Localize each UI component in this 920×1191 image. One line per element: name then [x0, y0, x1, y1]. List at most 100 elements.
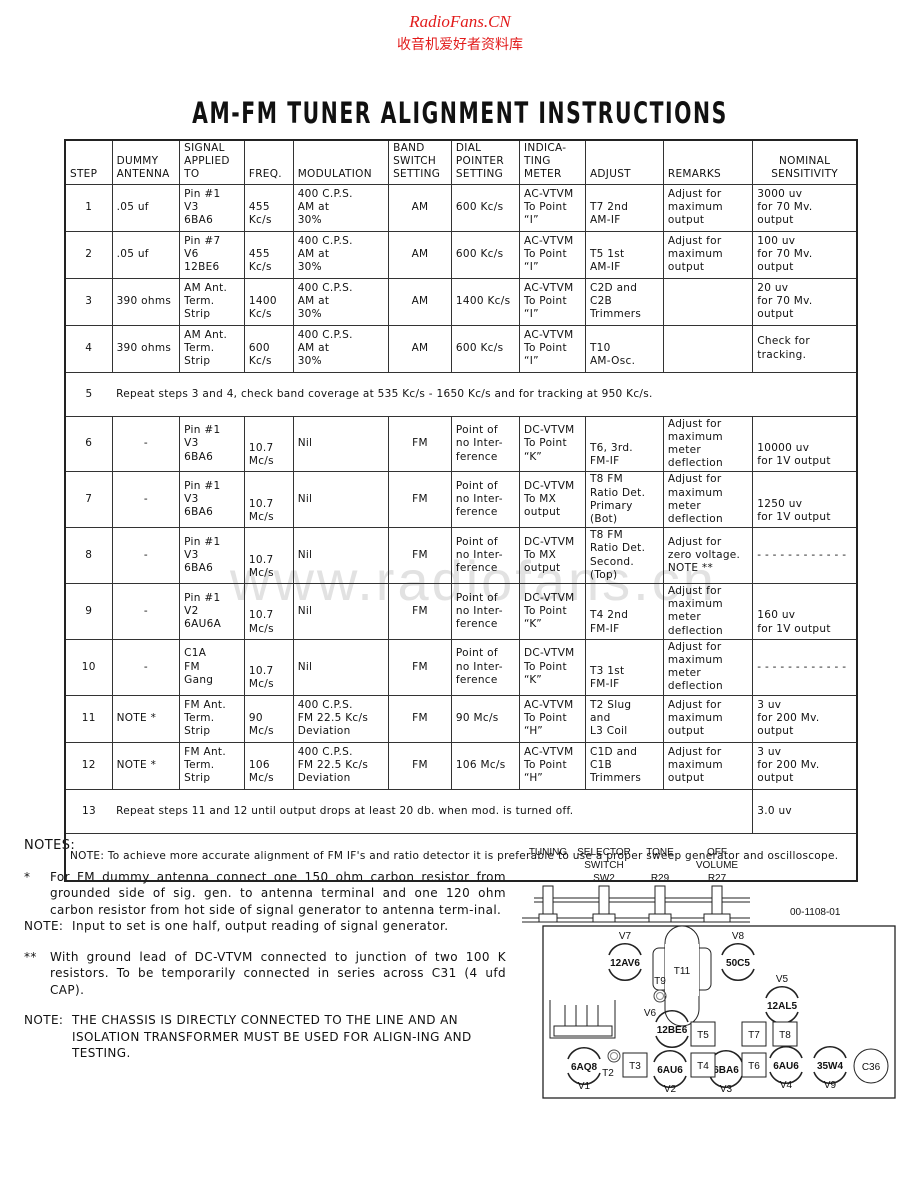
frequency: 10.7 Mc/s [243, 471, 294, 529]
adjust-line: Ratio Det. [589, 542, 646, 555]
signal-applied-to: AM Ant. Term. Strip [179, 277, 245, 326]
frequency-line: Mc/s [248, 678, 274, 691]
transformer-label: T4 [697, 1061, 709, 1072]
dial-pointer-setting: 90 Mc/s [450, 694, 521, 743]
remarks [662, 277, 754, 326]
band-switch-setting: FM [388, 415, 452, 473]
coil-t2: T2 [602, 1049, 621, 1079]
tube-type: 35W4 [817, 1061, 844, 1072]
dummy-antenna: 390 ohms [111, 324, 181, 373]
adjust-line: Ratio Det. [589, 486, 646, 499]
modulation-line: 30% [297, 261, 322, 274]
header-line: DIAL [455, 142, 482, 154]
tube-type: 6AQ8 [571, 1062, 598, 1073]
adjust: T4 2nd FM-IF [584, 583, 664, 640]
tube-ref: V2 [664, 1084, 677, 1095]
table-row: 11 NOTE * FM Ant. Term. Strip 90 Mc/s 400 C.P.S… [64, 694, 858, 743]
nominal-sensitivity-line: - - - - - - - - - - - - [757, 549, 847, 562]
frequency-line: 10.7 [248, 665, 274, 678]
nominal-sensitivity-line: 100 uv [757, 235, 796, 247]
indicating-meter: AC-VTVM To Point “I” [519, 277, 586, 326]
adjust: T2 Slug and L3 Coil [584, 694, 664, 743]
frequency-line: Kc/s [248, 355, 272, 368]
table-row: 12 NOTE * FM Ant. Term. Strip 106 Mc/s 400 C.P.… [64, 741, 858, 790]
dial-pointer-setting-line: Point of [455, 535, 498, 548]
transformer-label: T7 [748, 1030, 760, 1041]
signal-applied-to-line: Term. [184, 712, 215, 725]
dummy-antenna: NOTE * [111, 741, 181, 790]
step-number: 4 [64, 324, 113, 373]
signal-applied-to-line: Strip [184, 355, 211, 368]
indicating-meter-line: DC-VTVM [524, 424, 575, 437]
indicating-meter: DC-VTVM To MX output [519, 527, 586, 585]
modulation: 400 C.P.S. AM at 30% [292, 324, 390, 373]
modulation: 400 C.P.S. AM at 30% [292, 230, 390, 279]
step-number: 12 [64, 741, 113, 790]
remarks-line: Adjust for [667, 535, 722, 548]
tube-type: 50C5 [726, 958, 750, 969]
adjust-line: FM-IF [589, 678, 620, 691]
nominal-sensitivity-line: Check for tracking. [757, 335, 811, 361]
nominal-sensitivity: 3.0 uv [752, 788, 858, 834]
remarks: Adjust for maximum meter deflection [662, 471, 754, 529]
dummy-antenna: - [111, 471, 181, 529]
tube-type: 6BA6 [713, 1065, 739, 1076]
indicating-meter-line: “I” [524, 214, 539, 227]
indicating-meter: DC-VTVM To Point “K” [519, 415, 586, 473]
remarks-line: Adjust for [667, 699, 722, 712]
watermark-site: RadioFans.CN [409, 12, 511, 31]
dummy-antenna: NOTE * [111, 694, 181, 743]
modulation-line: 30% [297, 355, 322, 368]
frequency: 10.7 Mc/s [243, 527, 294, 585]
indicating-meter-line: “I” [524, 355, 539, 368]
tube-ref: V6 [644, 1008, 657, 1019]
tube-ref: V7 [619, 931, 632, 942]
header-line: ADJUST [589, 168, 631, 181]
tube-ref: V9 [824, 1080, 837, 1091]
header-line: SWITCH [393, 155, 437, 168]
indicating-meter-line: To Point [524, 604, 567, 617]
frequency: 10.7 Mc/s [243, 638, 294, 696]
indicating-meter-line: To MX [524, 549, 557, 562]
frequency-line: 1400 [248, 295, 277, 308]
dial-pointer-setting-line: ference [455, 506, 498, 519]
band-switch-setting: AM [388, 183, 452, 232]
modulation: 400 C.P.S. FM 22.5 Kc/s Deviation [292, 694, 390, 743]
tube-v4: 6AU6 V4 [769, 1046, 803, 1091]
nominal-sensitivity-line: 3 uv [757, 699, 782, 712]
remarks-line: NOTE ** [667, 562, 714, 575]
signal-applied-to-line: Strip [184, 772, 211, 785]
step-number: 2 [64, 230, 113, 279]
adjust-line: L3 Coil [589, 725, 628, 738]
signal-applied-to: Pin #1 V2 6AU6A [179, 583, 245, 640]
indicating-meter-line: DC-VTVM [524, 591, 575, 604]
tube-type: 12AL5 [767, 1001, 797, 1012]
dial-pointer-setting: Point of no Inter-ference [450, 638, 521, 696]
control-shafts [538, 885, 731, 923]
dummy-antenna: - [111, 527, 181, 585]
remarks [662, 324, 754, 373]
modulation-line: 400 C.P.S. [297, 234, 353, 247]
dummy-antenna: - [111, 583, 181, 640]
indicating-meter: AC-VTVM To Point “I” [519, 324, 586, 373]
tube-v5: 12AL5 V5 [765, 974, 799, 1024]
signal-applied-to: Pin #1 V3 6BA6 [179, 183, 245, 232]
header-line: SIGNAL [184, 142, 225, 154]
modulation-line: 400 C.P.S. [297, 328, 353, 341]
signal-applied-to-line: Pin #1 [184, 535, 221, 548]
tube-v2: 6AU6 V2 [653, 1050, 687, 1095]
step-number: 9 [64, 583, 113, 640]
frequency-line: 600 [248, 342, 270, 355]
span-instruction: Repeat steps 3 and 4, check band coverag… [112, 371, 858, 417]
header-line: POINTER [455, 155, 504, 168]
nominal-sensitivity-line: for 1V output [757, 455, 831, 468]
adjust: T7 2nd AM-IF [584, 183, 664, 232]
remarks-line: maximum output [667, 712, 723, 738]
indicating-meter-line: “K” [524, 618, 543, 631]
table-row: 10- C1A FM Gang 10.7 Mc/s Nil FM Point of no Inte… [64, 638, 858, 696]
signal-applied-to-line: Gang [184, 673, 214, 686]
indicating-meter: AC-VTVM To Point “H” [519, 694, 586, 743]
modulation-line: 30% [297, 214, 322, 227]
indicating-meter: AC-VTVM To Point “H” [519, 741, 586, 790]
remarks-line: Adjust for [667, 640, 722, 653]
